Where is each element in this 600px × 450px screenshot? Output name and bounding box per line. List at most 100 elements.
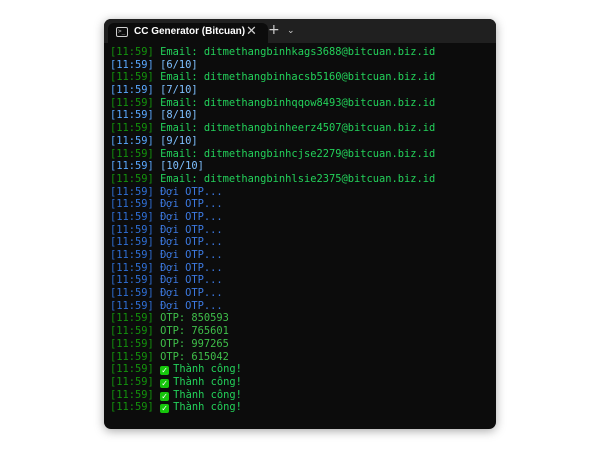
line-text: Đợi OTP... — [160, 236, 223, 249]
terminal-window: >_ CC Generator (Bitcuan) ✕ + ⌄ [11:59] … — [104, 19, 496, 429]
timestamp: [11:59] — [110, 210, 154, 223]
line-text: Email: ditmethangbinhkags3688@bitcuan.bi… — [160, 46, 436, 58]
line-text: Đợi OTP... — [160, 261, 223, 274]
close-icon[interactable]: ✕ — [246, 24, 257, 40]
timestamp: [11:59] — [110, 96, 154, 109]
timestamp: [11:59] — [110, 109, 154, 122]
check-icon: ✓ — [160, 404, 170, 414]
timestamp: [11:59] — [110, 236, 154, 249]
line-text: OTP: 997265 — [160, 337, 229, 350]
timestamp: [11:59] — [110, 312, 154, 325]
timestamp: [11:59] — [110, 325, 154, 338]
timestamp: [11:59] — [110, 58, 154, 71]
terminal-line: [11:59] Đợi OTP... — [110, 224, 492, 237]
chevron-down-icon[interactable]: ⌄ — [287, 23, 295, 39]
terminal-line: [11:59] OTP: 997265 — [110, 338, 492, 351]
terminal-line: [11:59] OTP: 765601 — [110, 325, 492, 338]
line-text: OTP: 615042 — [160, 350, 229, 363]
terminal-line: [11:59] Đợi OTP... — [110, 287, 492, 300]
line-text: Đợi OTP... — [160, 223, 223, 236]
terminal-line: [11:59] ✓ Thành công! — [110, 363, 492, 376]
timestamp: [11:59] — [110, 198, 154, 211]
line-text: Thành công! — [173, 375, 242, 388]
line-text: OTP: 850593 — [160, 312, 229, 325]
terminal-line: [11:59] OTP: 615042 — [110, 351, 492, 364]
terminal-line: [11:59] Email: ditmethangbinhacsb5160@bi… — [110, 71, 492, 84]
timestamp: [11:59] — [110, 350, 154, 363]
line-text: OTP: 765601 — [160, 325, 229, 338]
tab-bar: >_ CC Generator (Bitcuan) ✕ + ⌄ — [104, 19, 496, 43]
new-tab-icon[interactable]: + — [268, 22, 280, 38]
line-text: Thành công! — [173, 388, 242, 401]
terminal-line: [11:59] Email: ditmethangbinheerz4507@bi… — [110, 122, 492, 135]
line-text: [8/10] — [160, 109, 198, 122]
timestamp: [11:59] — [110, 401, 154, 414]
timestamp: [11:59] — [110, 147, 154, 160]
line-text: Email: ditmethangbinhcjse2279@bitcuan.bi… — [160, 147, 436, 160]
terminal-line: [11:59] Đợi OTP... — [110, 274, 492, 287]
line-text: [7/10] — [160, 84, 198, 97]
terminal-line: [11:59] ✓ Thành công! — [110, 389, 492, 402]
terminal-line: [11:59] [9/10] — [110, 135, 492, 148]
line-text: Đợi OTP... — [160, 249, 223, 261]
terminal-line: [11:59] OTP: 850593 — [110, 312, 492, 325]
terminal-line: [11:59] Đợi OTP... — [110, 249, 492, 262]
terminal-line: [11:59] ✓ Thành công! — [110, 401, 492, 414]
timestamp: [11:59] — [110, 274, 154, 287]
terminal-line: [11:59] Email: ditmethangbinhkags3688@bi… — [110, 46, 492, 59]
timestamp: [11:59] — [110, 388, 154, 401]
terminal-line: [11:59] Email: ditmethangbinhlsie2375@bi… — [110, 173, 492, 186]
terminal-line: [11:59] [7/10] — [110, 84, 492, 97]
terminal-icon: >_ — [116, 27, 128, 37]
terminal-line: [11:59] [10/10] — [110, 160, 492, 173]
terminal-output[interactable]: [11:59] Email: ditmethangbinhkags3688@bi… — [110, 46, 492, 429]
line-text: Đợi OTP... — [160, 299, 223, 312]
terminal-line: [11:59] Đợi OTP... — [110, 211, 492, 224]
terminal-line: [11:59] Email: ditmethangbinhcjse2279@bi… — [110, 148, 492, 161]
timestamp: [11:59] — [110, 185, 154, 198]
timestamp: [11:59] — [110, 363, 154, 376]
timestamp: [11:59] — [110, 249, 154, 261]
timestamp: [11:59] — [110, 46, 154, 58]
terminal-line: [11:59] Email: ditmethangbinhqqow8493@bi… — [110, 97, 492, 110]
timestamp: [11:59] — [110, 172, 154, 185]
terminal-line: [11:59] Đợi OTP... — [110, 300, 492, 313]
terminal-line: [11:59] Đợi OTP... — [110, 198, 492, 211]
line-text: [9/10] — [160, 134, 198, 147]
tab-title: CC Generator (Bitcuan) — [134, 26, 246, 37]
timestamp: [11:59] — [110, 287, 154, 300]
terminal-line: [11:59] [8/10] — [110, 109, 492, 122]
line-text: Đợi OTP... — [160, 198, 223, 211]
timestamp: [11:59] — [110, 122, 154, 135]
line-text: [6/10] — [160, 58, 198, 71]
timestamp: [11:59] — [110, 71, 154, 84]
terminal-line: [11:59] [6/10] — [110, 59, 492, 72]
timestamp: [11:59] — [110, 134, 154, 147]
line-text: Email: ditmethangbinhlsie2375@bitcuan.bi… — [160, 172, 436, 185]
check-icon: ✓ — [160, 366, 170, 376]
line-text: Đợi OTP... — [160, 185, 223, 198]
terminal-line: [11:59] Đợi OTP... — [110, 262, 492, 275]
timestamp: [11:59] — [110, 84, 154, 97]
line-text: Đợi OTP... — [160, 274, 223, 287]
tab-cc-generator[interactable]: >_ CC Generator (Bitcuan) ✕ — [108, 23, 268, 43]
line-text: Email: ditmethangbinheerz4507@bitcuan.bi… — [160, 122, 436, 135]
terminal-line: [11:59] Đợi OTP... — [110, 186, 492, 199]
line-text: Email: ditmethangbinhqqow8493@bitcuan.bi… — [160, 96, 436, 109]
timestamp: [11:59] — [110, 337, 154, 350]
terminal-line: [11:59] Đợi OTP... — [110, 236, 492, 249]
line-text: Email: ditmethangbinhacsb5160@bitcuan.bi… — [160, 71, 436, 84]
check-icon: ✓ — [160, 391, 170, 401]
timestamp: [11:59] — [110, 299, 154, 312]
timestamp: [11:59] — [110, 160, 154, 173]
timestamp: [11:59] — [110, 223, 154, 236]
timestamp: [11:59] — [110, 261, 154, 274]
line-text: Thành công! — [173, 401, 242, 414]
timestamp: [11:59] — [110, 375, 154, 388]
line-text: Đợi OTP... — [160, 210, 223, 223]
line-text: Thành công! — [173, 363, 242, 376]
line-text: [10/10] — [160, 160, 204, 173]
line-text: Đợi OTP... — [160, 287, 223, 300]
terminal-line: [11:59] ✓ Thành công! — [110, 376, 492, 389]
check-icon: ✓ — [160, 378, 170, 388]
